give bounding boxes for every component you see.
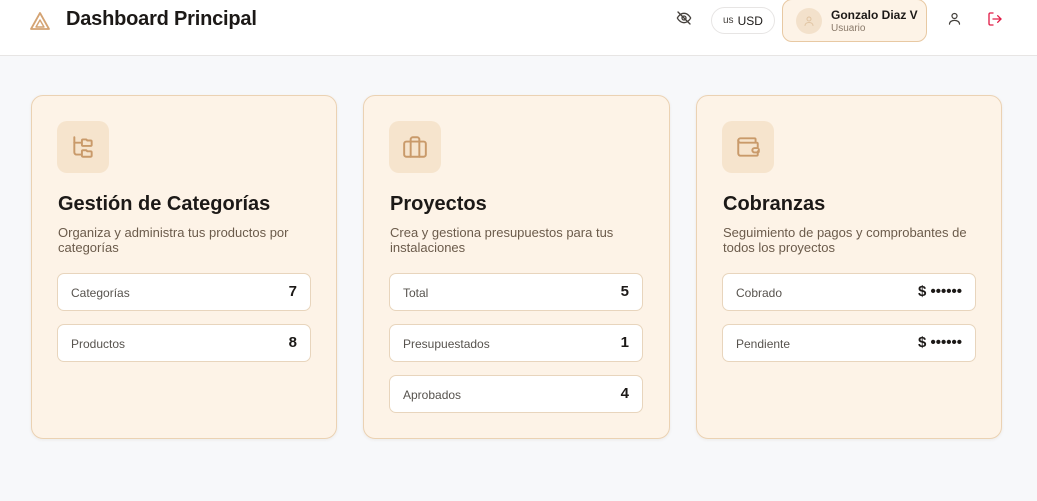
stat-value: 5 xyxy=(620,283,629,300)
stat-label: Aprobados xyxy=(403,388,462,402)
currency-flag: us xyxy=(723,15,734,26)
user-menu[interactable]: Gonzalo Diaz V Usuario xyxy=(782,0,927,42)
user-name: Gonzalo Diaz V xyxy=(831,8,918,22)
stat-value: $ •••••• xyxy=(917,334,962,351)
stat-pendiente[interactable]: Pendiente $ •••••• xyxy=(722,324,976,362)
stat-label: Categorías xyxy=(71,286,130,300)
card-title: Cobranzas xyxy=(723,193,826,215)
stat-value: 1 xyxy=(620,334,629,351)
page-title: Dashboard Principal xyxy=(66,8,257,30)
stat-cobrado[interactable]: Cobrado $ •••••• xyxy=(722,273,976,311)
collections-card[interactable]: Cobranzas Seguimiento de pagos y comprob… xyxy=(696,95,1002,439)
stat-label: Productos xyxy=(71,337,126,351)
briefcase-icon xyxy=(389,121,441,173)
projects-card[interactable]: Proyectos Crea y gestiona presupuestos p… xyxy=(363,95,670,439)
card-description: Organiza y administra tus productos por … xyxy=(58,225,289,255)
top-header: Dashboard Principal us USD Gonzalo Diaz … xyxy=(0,0,1037,56)
stat-label: Pendiente xyxy=(736,337,791,351)
user-icon xyxy=(947,11,962,31)
logout-button[interactable] xyxy=(981,7,1009,35)
folder-tree-icon xyxy=(57,121,109,173)
stat-value: 4 xyxy=(620,385,629,402)
stat-label: Total xyxy=(403,286,429,300)
stat-categorias[interactable]: Categorías 7 xyxy=(57,273,311,311)
wallet-icon xyxy=(722,121,774,173)
profile-button[interactable] xyxy=(940,7,968,35)
logo-triangle-icon[interactable] xyxy=(29,11,51,31)
card-title: Proyectos xyxy=(390,193,487,215)
card-description: Seguimiento de pagos y comprobantes de t… xyxy=(723,225,967,255)
stat-label: Presupuestados xyxy=(403,337,490,351)
card-title: Gestión de Categorías xyxy=(58,193,271,215)
logout-icon xyxy=(987,11,1003,32)
eye-off-icon xyxy=(676,10,692,31)
stat-label: Cobrado xyxy=(736,286,783,300)
currency-selector[interactable]: us USD xyxy=(711,7,775,34)
stat-value: 8 xyxy=(288,334,297,351)
stat-presupuestados[interactable]: Presupuestados 1 xyxy=(389,324,643,362)
stat-aprobados[interactable]: Aprobados 4 xyxy=(389,375,643,413)
categories-card[interactable]: Gestión de Categorías Organiza y adminis… xyxy=(31,95,337,439)
currency-code: USD xyxy=(737,13,763,28)
hide-amounts-button[interactable] xyxy=(670,6,698,34)
card-description: Crea y gestiona presupuestos para tus in… xyxy=(390,225,614,255)
stat-productos[interactable]: Productos 8 xyxy=(57,324,311,362)
user-role: Usuario xyxy=(831,23,866,34)
stat-value: 7 xyxy=(288,283,297,300)
avatar xyxy=(796,8,822,34)
stat-value: $ •••••• xyxy=(917,283,962,300)
stat-total[interactable]: Total 5 xyxy=(389,273,643,311)
